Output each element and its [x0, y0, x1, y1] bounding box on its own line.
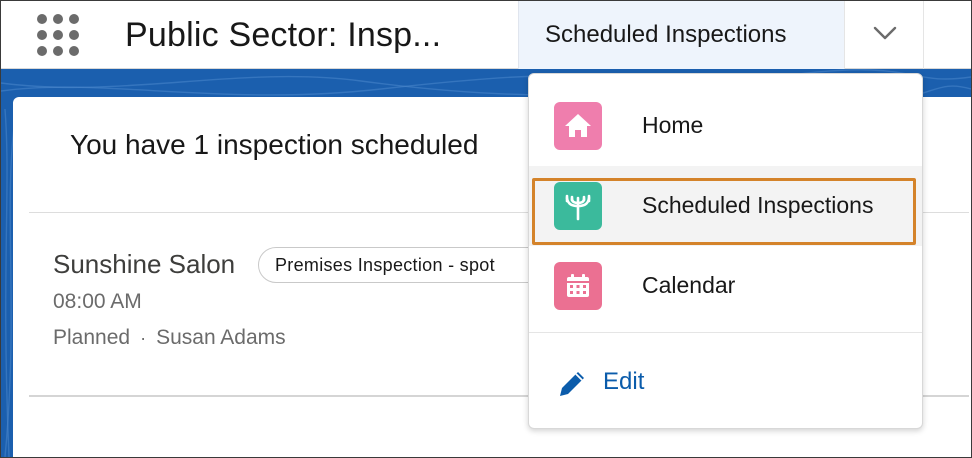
inspection-type-badge: Premises Inspection - spot [258, 247, 558, 283]
assignee-name: Susan Adams [156, 326, 286, 349]
menu-item-label: Scheduled Inspections [642, 192, 874, 218]
home-icon [554, 102, 602, 150]
page-title: You have 1 inspection scheduled [70, 129, 479, 160]
app-launcher-icon[interactable] [37, 14, 81, 56]
chevron-down-icon [873, 26, 897, 40]
scheduled-time: 08:00 AM [53, 290, 142, 313]
app-name: Public Sector: Insp... [125, 16, 442, 54]
menu-divider [529, 332, 922, 333]
menu-item-label: Calendar [642, 272, 736, 298]
inspection-icon [554, 182, 602, 230]
edit-label: Edit [603, 368, 645, 395]
nav-tab-label: Scheduled Inspections [545, 21, 787, 48]
calendar-icon [554, 262, 602, 310]
status-text: Planned [53, 326, 131, 349]
menu-item-calendar[interactable]: Calendar [529, 246, 922, 326]
pencil-icon [560, 372, 584, 396]
edit-nav-button[interactable]: Edit [529, 346, 922, 418]
separator-dot: · [140, 328, 147, 348]
nav-items-dropdown: Home Scheduled Inspections Calendar Edit [528, 73, 923, 429]
nav-tab-scheduled-inspections[interactable]: Scheduled Inspections [518, 1, 844, 69]
menu-item-scheduled-inspections[interactable]: Scheduled Inspections [529, 166, 922, 246]
nav-menu-button[interactable] [844, 1, 924, 69]
app-window: Public Sector: Insp... Scheduled Inspect… [0, 0, 972, 458]
record-name-link[interactable]: Sunshine Salon [53, 249, 235, 280]
global-header: Public Sector: Insp... Scheduled Inspect… [1, 1, 971, 69]
menu-item-label: Home [642, 112, 704, 138]
menu-item-home[interactable]: Home [529, 86, 922, 166]
record-meta: Planned · Susan Adams [53, 326, 286, 350]
